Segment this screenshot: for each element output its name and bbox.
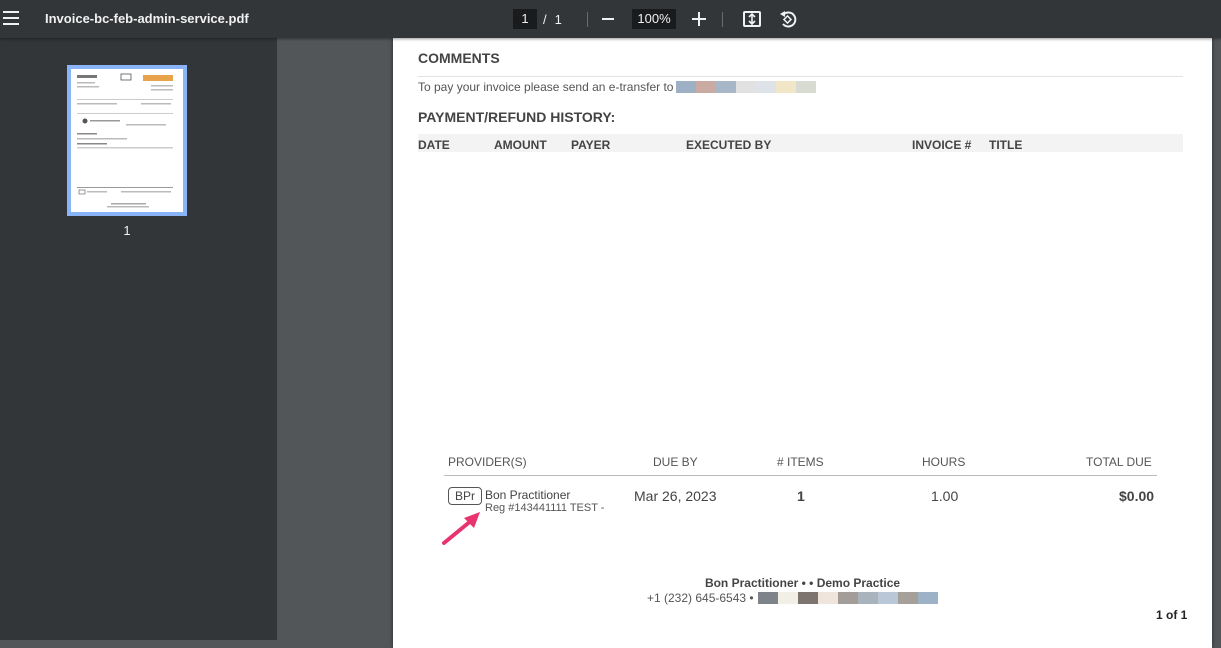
thumbnail-sidebar: 1 (0, 38, 277, 640)
col-executed-by: EXECUTED BY (686, 138, 772, 152)
col-total-due: TOTAL DUE (1086, 455, 1152, 469)
thumbnail-page-number: 1 (123, 223, 131, 238)
page-number-input[interactable]: 1 (513, 9, 537, 29)
col-due-by: DUE BY (653, 455, 698, 469)
provider-registration: Reg #143441111 TEST - (485, 502, 605, 514)
provider-initials-badge: BPr (448, 487, 482, 505)
col-hours: HOURS (922, 455, 966, 469)
comments-heading: COMMENTS (418, 50, 500, 66)
divider (418, 76, 1183, 77)
provider-name: Bon Practitioner (485, 488, 571, 502)
footer-phone: +1 (232) 645-6543 • (647, 591, 754, 605)
pdf-toolbar: Invoice-bc-feb-admin-service.pdf 1 / 1 1… (0, 0, 1221, 38)
document-title: Invoice-bc-feb-admin-service.pdf (45, 11, 249, 26)
annotation-arrow (438, 508, 488, 548)
col-providers: PROVIDER(S) (448, 455, 527, 469)
col-items: # ITEMS (777, 455, 824, 469)
items-value: 1 (797, 488, 805, 504)
etransfer-text: To pay your invoice please send an e-tra… (418, 80, 674, 94)
page-thumbnail[interactable] (67, 65, 187, 216)
zoom-out-icon[interactable] (602, 18, 614, 20)
menu-icon[interactable] (3, 11, 19, 25)
etransfer-instruction: To pay your invoice please send an e-tra… (418, 80, 837, 94)
zoom-level-input[interactable]: 100% (632, 9, 676, 29)
payment-history-heading: PAYMENT/REFUND HISTORY: (418, 109, 616, 125)
col-title: TITLE (989, 138, 1023, 152)
total-due-value: $0.00 (1119, 488, 1155, 504)
page-navigation: 1 / 1 (513, 9, 562, 29)
col-payer: PAYER (571, 138, 611, 152)
due-by-value: Mar 26, 2023 (634, 488, 717, 504)
redacted-contact (757, 592, 938, 604)
col-invoice-number: INVOICE # (912, 138, 972, 152)
payment-table-header: DATE AMOUNT PAYER EXECUTED BY INVOICE # … (418, 134, 1183, 152)
toolbar-divider (722, 12, 723, 27)
zoom-in-icon[interactable] (692, 12, 706, 26)
redacted-email (676, 81, 837, 93)
provider-table-rule (444, 475, 1157, 476)
fit-to-page-icon[interactable] (742, 10, 762, 28)
col-date: DATE (418, 138, 450, 152)
footer-practice-name: Bon Practitioner • • Demo Practice (704, 576, 901, 590)
page-separator: / (543, 11, 547, 27)
hours-value: 1.00 (931, 488, 959, 504)
rotate-icon[interactable] (778, 9, 798, 29)
total-pages: 1 (554, 11, 562, 27)
pdf-page: COMMENTS To pay your invoice please send… (393, 38, 1212, 648)
col-amount: AMOUNT (494, 138, 547, 152)
footer-contact: +1 (232) 645-6543 • (647, 591, 938, 605)
page-count-footer: 1 of 1 (1156, 608, 1188, 622)
toolbar-divider (587, 12, 588, 27)
